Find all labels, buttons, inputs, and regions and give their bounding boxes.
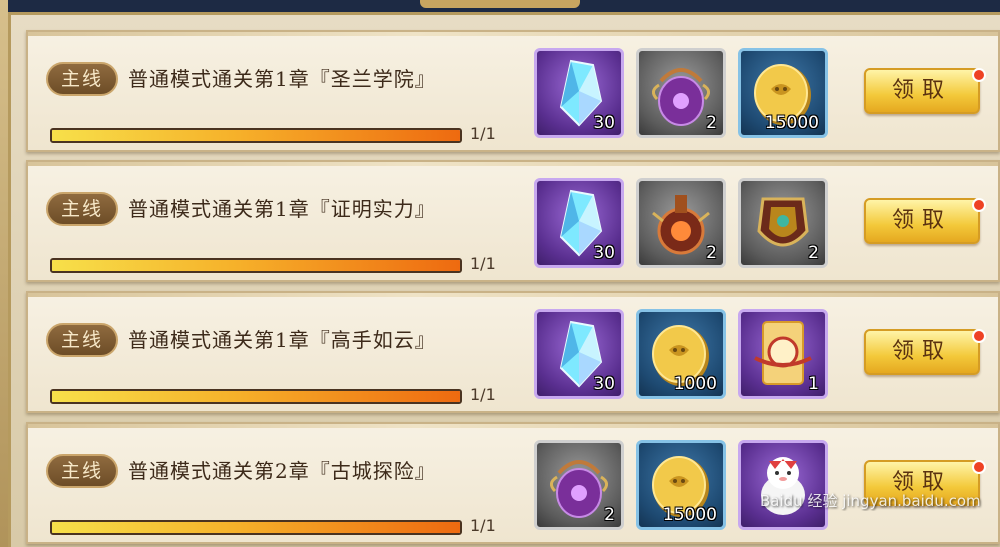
reward-slot[interactable]: 15000	[738, 48, 828, 138]
watermark: Baidu 经验 jingyan.baidu.com	[760, 492, 981, 510]
claim-button[interactable]: 领取	[864, 198, 980, 244]
reward-slot[interactable]: 1	[738, 309, 828, 399]
quest-type-tag: 主线	[46, 192, 118, 226]
reward-slot[interactable]: 30	[534, 178, 624, 268]
reward-slot[interactable]: 15000	[636, 440, 726, 530]
notification-dot	[972, 68, 986, 82]
quest-title: 普通模式通关第2章『古城探险』	[128, 459, 436, 483]
progress-bar	[50, 520, 462, 535]
notification-dot	[972, 198, 986, 212]
progress-bar-fill	[52, 130, 460, 141]
quest-row: 主线 普通模式通关第1章『高手如云』 1/1 30 1000 1 领取	[26, 291, 1000, 413]
reward-slot[interactable]: 2	[738, 178, 828, 268]
progress-bar	[50, 258, 462, 273]
quest-type-tag: 主线	[46, 454, 118, 488]
progress-bar	[50, 389, 462, 404]
reward-quantity: 2	[808, 243, 819, 263]
reward-slot[interactable]	[738, 440, 828, 530]
panel-top-tab	[420, 0, 580, 8]
progress-bar-fill	[52, 522, 460, 533]
notification-dot	[972, 329, 986, 343]
claim-button[interactable]: 领取	[864, 329, 980, 375]
progress-text: 1/1	[470, 385, 496, 404]
quest-row: 主线 普通模式通关第1章『圣兰学院』 1/1 30 2 15000 领取	[26, 30, 1000, 152]
quest-type-tag: 主线	[46, 62, 118, 96]
reward-quantity: 1	[808, 374, 819, 394]
reward-quantity: 2	[604, 505, 615, 525]
progress-text: 1/1	[470, 254, 496, 273]
progress-text: 1/1	[470, 516, 496, 535]
reward-slot[interactable]: 2	[636, 48, 726, 138]
quest-row: 主线 普通模式通关第1章『证明实力』 1/1 30 2 2 领取	[26, 160, 1000, 282]
reward-quantity: 15000	[662, 505, 717, 525]
reward-quantity: 2	[706, 243, 717, 263]
progress-bar-fill	[52, 260, 460, 271]
reward-quantity: 30	[593, 243, 615, 263]
left-border-decoration	[0, 0, 8, 547]
quest-title: 普通模式通关第1章『证明实力』	[128, 197, 436, 221]
reward-quantity: 30	[593, 374, 615, 394]
reward-quantity: 15000	[764, 113, 819, 133]
progress-bar-fill	[52, 391, 460, 402]
quest-row: 主线 普通模式通关第2章『古城探险』 1/1 2 15000 领取	[26, 422, 1000, 544]
claim-button[interactable]: 领取	[864, 68, 980, 114]
quest-title: 普通模式通关第1章『圣兰学院』	[128, 67, 436, 91]
notification-dot	[972, 460, 986, 474]
reward-quantity: 2	[706, 113, 717, 133]
reward-quantity: 1000	[673, 374, 717, 394]
reward-slot[interactable]: 30	[534, 309, 624, 399]
progress-bar	[50, 128, 462, 143]
reward-quantity: 30	[593, 113, 615, 133]
reward-slot[interactable]: 2	[636, 178, 726, 268]
progress-text: 1/1	[470, 124, 496, 143]
reward-slot[interactable]: 30	[534, 48, 624, 138]
reward-slot[interactable]: 2	[534, 440, 624, 530]
reward-slot[interactable]: 1000	[636, 309, 726, 399]
quest-type-tag: 主线	[46, 323, 118, 357]
quest-title: 普通模式通关第1章『高手如云』	[128, 328, 436, 352]
